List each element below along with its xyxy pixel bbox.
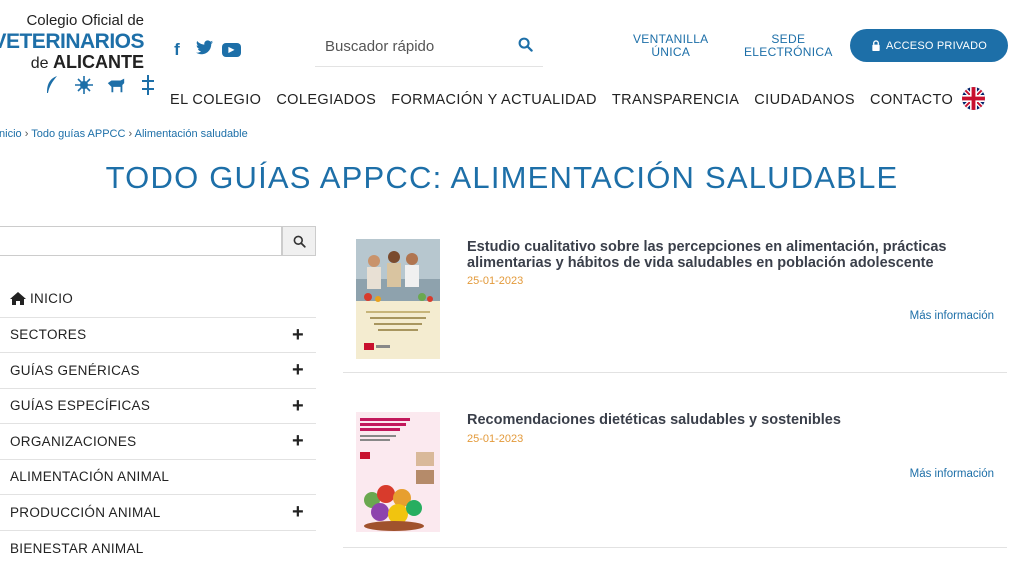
sidebar-item-label: ALIMENTACIÓN ANIMAL bbox=[10, 469, 170, 485]
virus-icon bbox=[74, 74, 94, 96]
breadcrumb: Inicio › Todo guías APPCC › Alimentación… bbox=[0, 128, 248, 140]
bull-icon bbox=[106, 74, 126, 96]
ventanilla-unica-link[interactable]: VENTANILLA ÚNICA bbox=[633, 33, 708, 59]
nav-transparencia[interactable]: TRANSPARENCIA bbox=[612, 92, 739, 108]
article-thumbnail[interactable] bbox=[356, 412, 440, 532]
article-item: Estudio cualitativo sobre las percepcion… bbox=[343, 228, 1007, 373]
cross-icon bbox=[138, 74, 158, 96]
main-nav: EL COLEGIO COLEGIADOS FORMACIÓN Y ACTUAL… bbox=[170, 92, 968, 108]
nav-colegiados[interactable]: COLEGIADOS bbox=[276, 92, 376, 108]
logo-line-3: de ALICANTE bbox=[30, 52, 144, 72]
youtube-icon[interactable]: ▶ bbox=[222, 43, 241, 57]
search-icon bbox=[293, 235, 306, 248]
plus-icon[interactable]: + bbox=[292, 502, 304, 522]
sidebar-item-bienestar-animal[interactable]: BIENESTAR ANIMAL bbox=[0, 531, 316, 564]
sidebar-search bbox=[0, 226, 316, 256]
search-icon[interactable] bbox=[518, 37, 533, 57]
sede-electronica-link[interactable]: SEDE ELECTRÓNICA bbox=[744, 33, 833, 59]
twitter-icon[interactable] bbox=[195, 40, 213, 60]
plus-icon[interactable]: + bbox=[292, 431, 304, 451]
sede-line-2: ELECTRÓNICA bbox=[744, 45, 833, 59]
logo-line-2: VETERINARIOS bbox=[0, 30, 144, 53]
lock-icon bbox=[872, 40, 880, 51]
breadcrumb-inicio[interactable]: Inicio bbox=[0, 128, 22, 140]
sidebar-item-sectores[interactable]: SECTORES + bbox=[0, 318, 316, 353]
plus-icon[interactable]: + bbox=[292, 360, 304, 380]
sidebar-item-label: ORGANIZACIONES bbox=[10, 433, 137, 449]
private-access-button[interactable]: ACCESO PRIVADO bbox=[850, 29, 1008, 62]
site-logo[interactable]: Colegio Oficial de VETERINARIOS de ALICA… bbox=[0, 12, 154, 102]
article-date: 25-01-2023 bbox=[467, 433, 524, 445]
sidebar-item-guias-genericas[interactable]: GUÍAS GENÉRICAS + bbox=[0, 353, 316, 389]
breadcrumb-current[interactable]: Alimentación saludable bbox=[135, 128, 248, 140]
sidebar-item-guias-especificas[interactable]: GUÍAS ESPECÍFICAS + bbox=[0, 389, 316, 424]
sidebar-item-inicio[interactable]: INICIO bbox=[0, 282, 316, 318]
article-title[interactable]: Recomendaciones dietéticas saludables y … bbox=[467, 412, 987, 428]
sidebar-search-button[interactable] bbox=[282, 226, 316, 256]
social-links: f ▶ bbox=[168, 40, 241, 60]
facebook-icon[interactable]: f bbox=[168, 40, 186, 60]
feather-icon bbox=[42, 74, 62, 96]
home-icon bbox=[10, 291, 26, 308]
sidebar-item-label: SECTORES bbox=[10, 327, 87, 343]
logo-line-1: Colegio Oficial de bbox=[26, 12, 144, 29]
more-info-link[interactable]: Más información bbox=[910, 468, 994, 480]
nav-el-colegio[interactable]: EL COLEGIO bbox=[170, 92, 261, 108]
sidebar-item-label: PRODUCCIÓN ANIMAL bbox=[10, 504, 161, 520]
article-thumbnail[interactable] bbox=[356, 239, 440, 359]
quick-search bbox=[315, 27, 543, 67]
nav-contacto[interactable]: CONTACTO bbox=[870, 92, 953, 108]
logo-icons bbox=[42, 74, 158, 96]
sidebar-item-produccion-animal[interactable]: PRODUCCIÓN ANIMAL + bbox=[0, 495, 316, 531]
article-item: Recomendaciones dietéticas saludables y … bbox=[343, 402, 1007, 548]
sidebar-menu: INICIO SECTORES + GUÍAS GENÉRICAS + GUÍA… bbox=[0, 282, 316, 564]
plus-icon[interactable]: + bbox=[292, 325, 304, 345]
nav-ciudadanos[interactable]: CIUDADANOS bbox=[754, 92, 855, 108]
sidebar-item-alimentacion-animal[interactable]: ALIMENTACIÓN ANIMAL bbox=[0, 460, 316, 495]
sidebar-item-label: GUÍAS ESPECÍFICAS bbox=[10, 398, 151, 414]
article-title[interactable]: Estudio cualitativo sobre las percepcion… bbox=[467, 239, 987, 271]
article-date: 25-01-2023 bbox=[467, 275, 524, 287]
sidebar-item-organizaciones[interactable]: ORGANIZACIONES + bbox=[0, 424, 316, 460]
more-info-link[interactable]: Más información bbox=[910, 310, 994, 322]
sidebar-item-label: GUÍAS GENÉRICAS bbox=[10, 362, 140, 378]
sidebar-search-input[interactable] bbox=[0, 226, 282, 256]
private-access-label: ACCESO PRIVADO bbox=[885, 39, 987, 52]
breadcrumb-todo-guias[interactable]: Todo guías APPCC bbox=[31, 128, 125, 140]
sidebar-item-label: INICIO bbox=[30, 290, 74, 306]
uk-flag-icon[interactable] bbox=[962, 87, 985, 110]
sidebar-item-label: BIENESTAR ANIMAL bbox=[10, 540, 144, 556]
nav-formacion[interactable]: FORMACIÓN Y ACTUALIDAD bbox=[391, 92, 597, 108]
quick-search-input[interactable] bbox=[315, 38, 505, 55]
plus-icon[interactable]: + bbox=[292, 396, 304, 416]
page-title: TODO GUÍAS APPCC: ALIMENTACIÓN SALUDABLE bbox=[105, 160, 899, 195]
ventanilla-line-2: ÚNICA bbox=[651, 45, 691, 59]
